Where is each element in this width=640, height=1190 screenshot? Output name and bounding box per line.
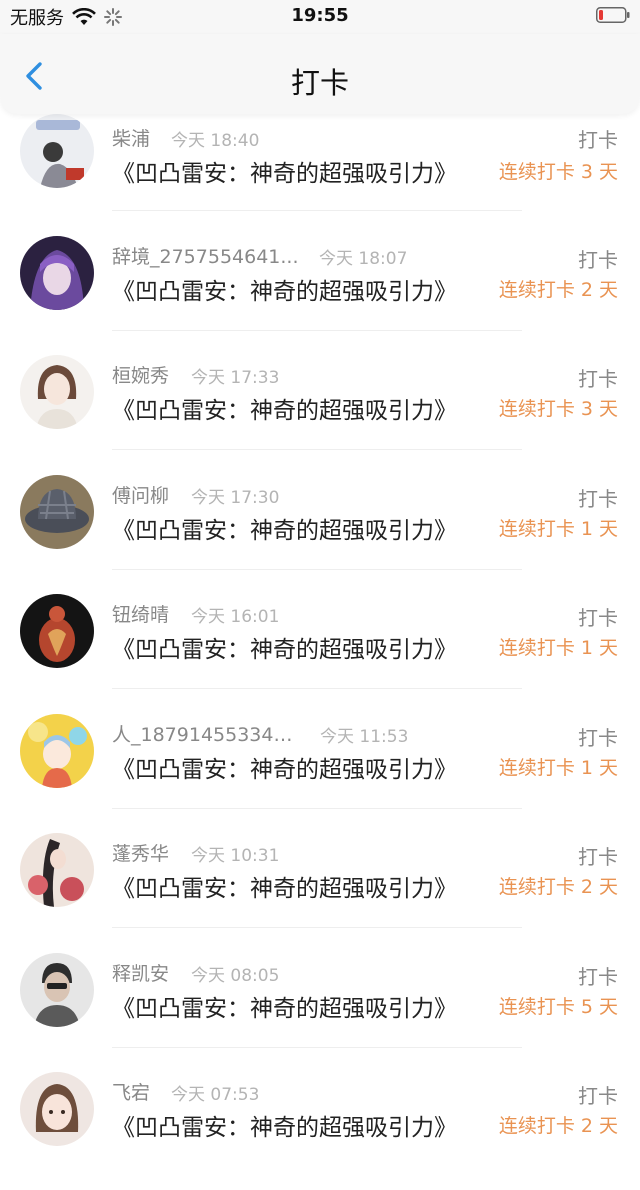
avatar [20,236,94,310]
book-title[interactable]: 《凹凸雷安：神奇的超强吸引力》 [112,750,457,784]
list-item[interactable]: 柴浦 今天 18:40 《凹凸雷安：神奇的超强吸引力》 打卡 连续打卡 3 天 [0,114,640,234]
streak-label: 连续打卡 1 天 [498,757,618,779]
list-item[interactable]: 蓬秀华 今天 10:31 《凹凸雷安：神奇的超强吸引力》 打卡 连续打卡 2 天 [0,831,640,951]
streak-label: 连续打卡 2 天 [498,1115,618,1137]
avatar-image [20,355,94,429]
checkin-label: 打卡 [578,367,618,391]
divider [112,210,522,211]
streak-label: 连续打卡 1 天 [498,637,618,659]
streak-label: 连续打卡 2 天 [498,876,618,898]
checkin-time: 今天 08:05 [191,966,280,986]
user-name[interactable]: 钮绮晴 [112,600,169,627]
user-name[interactable]: 释凯安 [112,959,169,986]
avatar [20,714,94,788]
list-item[interactable]: 傅问柳 今天 17:30 《凹凸雷安：神奇的超强吸引力》 打卡 连续打卡 1 天 [0,473,640,593]
avatar-image [20,714,94,788]
divider [112,688,522,689]
avatar-image [20,236,94,310]
checkin-time: 今天 17:33 [191,368,280,388]
checkin-label: 打卡 [578,128,618,152]
nav-bar: 打卡 [0,34,640,114]
checkin-label: 打卡 [578,1084,618,1108]
checkin-label: 打卡 [578,845,618,869]
book-title[interactable]: 《凹凸雷安：神奇的超强吸引力》 [112,391,457,425]
streak-label: 连续打卡 2 天 [498,279,618,301]
avatar [20,475,94,549]
checkin-label: 打卡 [578,606,618,630]
checkin-time: 今天 17:30 [191,488,280,508]
checkin-label: 打卡 [578,487,618,511]
list-item[interactable]: 人_187914553344... 今天 11:53 《凹凸雷安：神奇的超强吸引… [0,712,640,832]
checkin-time: 今天 16:01 [191,607,280,627]
list-item[interactable]: 辞境_2757554641... 今天 18:07 《凹凸雷安：神奇的超强吸引力… [0,234,640,354]
user-name[interactable]: 桓婉秀 [112,361,169,388]
status-bar: 无服务 19:55 [0,0,640,34]
avatar-image [20,1072,94,1146]
book-title[interactable]: 《凹凸雷安：神奇的超强吸引力》 [112,989,457,1023]
checkin-time: 今天 18:40 [171,131,260,151]
divider [112,808,522,809]
avatar-image [20,833,94,907]
checkin-time: 今天 18:07 [319,249,408,269]
checkin-label: 打卡 [578,248,618,272]
avatar [20,355,94,429]
user-name[interactable]: 柴浦 [112,124,150,151]
streak-label: 连续打卡 3 天 [498,161,618,183]
list-item[interactable]: 飞宕 今天 07:53 《凹凸雷安：神奇的超强吸引力》 打卡 连续打卡 2 天 [0,1070,640,1190]
book-title[interactable]: 《凹凸雷安：神奇的超强吸引力》 [112,1108,457,1142]
streak-label: 连续打卡 1 天 [498,518,618,540]
user-name[interactable]: 人_187914553344... [112,720,302,747]
checkin-time: 今天 10:31 [191,846,280,866]
avatar-image [20,594,94,668]
divider [112,927,522,928]
clock: 19:55 [291,5,349,26]
avatar [20,953,94,1027]
book-title[interactable]: 《凹凸雷安：神奇的超强吸引力》 [112,869,457,903]
book-title[interactable]: 《凹凸雷安：神奇的超强吸引力》 [112,154,457,188]
user-name[interactable]: 傅问柳 [112,481,169,508]
list-item[interactable]: 释凯安 今天 08:05 《凹凸雷安：神奇的超强吸引力》 打卡 连续打卡 5 天 [0,951,640,1071]
avatar [20,594,94,668]
battery-low-icon [596,7,630,23]
streak-label: 连续打卡 3 天 [498,398,618,420]
book-title[interactable]: 《凹凸雷安：神奇的超强吸引力》 [112,511,457,545]
checkin-time: 今天 07:53 [171,1085,260,1105]
divider [112,569,522,570]
avatar-image [20,475,94,549]
avatar [20,114,94,188]
divider [112,330,522,331]
user-name[interactable]: 飞宕 [112,1078,150,1105]
checkin-label: 打卡 [578,726,618,750]
avatar-image [20,953,94,1027]
avatar-image [20,114,94,188]
streak-label: 连续打卡 5 天 [498,996,618,1018]
avatar [20,833,94,907]
list-item[interactable]: 钮绮晴 今天 16:01 《凹凸雷安：神奇的超强吸引力》 打卡 连续打卡 1 天 [0,592,640,712]
divider [112,1047,522,1048]
page-title: 打卡 [290,66,349,100]
checkin-label: 打卡 [578,965,618,989]
book-title[interactable]: 《凹凸雷安：神奇的超强吸引力》 [112,630,457,664]
checkin-time: 今天 11:53 [320,727,409,747]
user-name[interactable]: 辞境_2757554641... [112,242,299,269]
avatar [20,1072,94,1146]
user-name[interactable]: 蓬秀华 [112,839,169,866]
book-title[interactable]: 《凹凸雷安：神奇的超强吸引力》 [112,272,457,306]
divider [112,449,522,450]
list-item[interactable]: 桓婉秀 今天 17:33 《凹凸雷安：神奇的超强吸引力》 打卡 连续打卡 3 天 [0,353,640,473]
